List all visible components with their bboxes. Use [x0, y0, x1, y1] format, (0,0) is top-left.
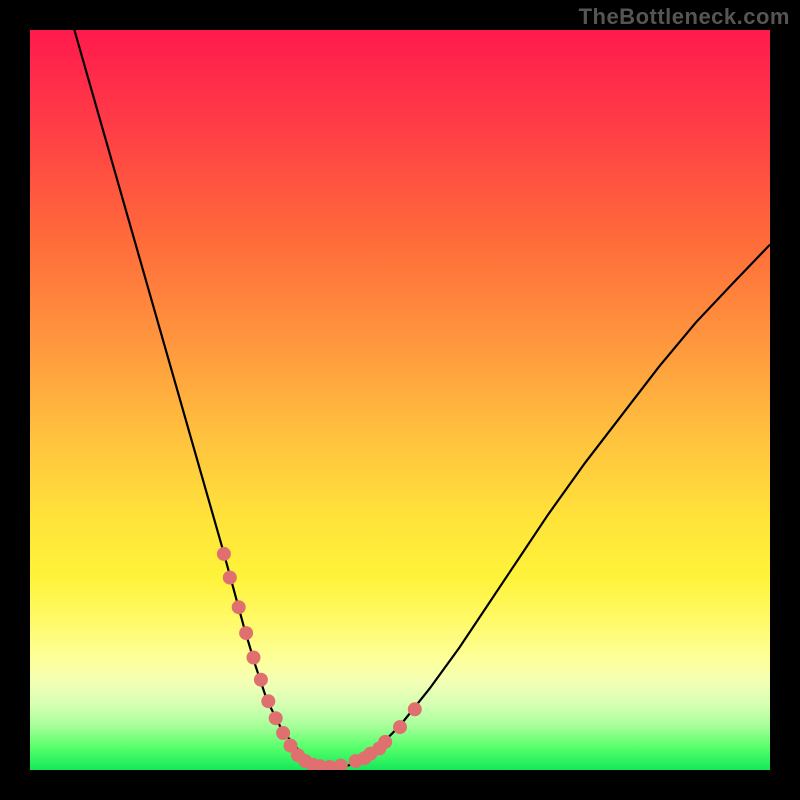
- dot: [323, 760, 337, 770]
- dot: [276, 726, 290, 740]
- plot-area: [30, 30, 770, 770]
- dot: [408, 702, 422, 716]
- chart-svg: [30, 30, 770, 770]
- dot: [358, 751, 372, 765]
- dot: [363, 747, 377, 761]
- dot: [239, 626, 253, 640]
- dot: [254, 673, 268, 687]
- dot: [378, 735, 392, 749]
- dot: [284, 739, 298, 753]
- chart-frame: TheBottleneck.com: [0, 0, 800, 800]
- dot: [232, 600, 246, 614]
- dot: [298, 754, 312, 768]
- dot: [223, 571, 237, 585]
- curve-line: [74, 30, 770, 767]
- dot: [334, 759, 348, 770]
- dot: [349, 754, 363, 768]
- dot: [269, 711, 283, 725]
- dot: [217, 547, 231, 561]
- dot: [247, 651, 261, 665]
- dot: [261, 694, 275, 708]
- dot: [291, 748, 305, 762]
- dot: [372, 742, 386, 756]
- highlight-dots: [217, 547, 422, 770]
- dot: [393, 720, 407, 734]
- dot: [313, 759, 327, 770]
- watermark-text: TheBottleneck.com: [579, 4, 790, 30]
- dot: [306, 758, 320, 770]
